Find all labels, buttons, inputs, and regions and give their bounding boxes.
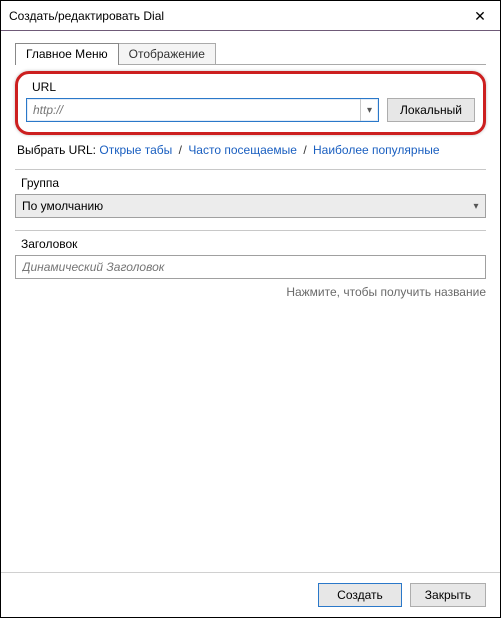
chevron-down-icon[interactable]: ▾ (467, 195, 485, 217)
local-button[interactable]: Локальный (387, 98, 475, 122)
tab-label: Главное Меню (26, 47, 108, 61)
tab-label: Отображение (129, 47, 205, 61)
title-label: Заголовок (21, 237, 486, 251)
group-section: Группа По умолчанию ▾ (15, 169, 486, 218)
link-popular[interactable]: Наиболее популярные (313, 143, 440, 157)
title-hint-row: Нажмите, чтобы получить название (15, 285, 486, 299)
link-frequent[interactable]: Часто посещаемые (188, 143, 297, 157)
url-label: URL (32, 80, 475, 94)
fetch-title-link[interactable]: Нажмите, чтобы получить название (286, 285, 486, 299)
separator: / (303, 143, 306, 157)
title-input[interactable] (15, 255, 486, 279)
dialog-content: Главное Меню Отображение URL ▾ Локальный… (1, 31, 500, 572)
select-url-prefix: Выбрать URL: (17, 143, 96, 157)
url-combobox[interactable]: ▾ (26, 98, 379, 122)
dialog-footer: Создать Закрыть (1, 572, 500, 617)
create-button[interactable]: Создать (318, 583, 402, 607)
close-icon[interactable]: ✕ (470, 9, 490, 23)
tab-display[interactable]: Отображение (118, 43, 216, 65)
group-select[interactable]: По умолчанию ▾ (15, 194, 486, 218)
button-label: Создать (337, 588, 383, 602)
titlebar: Создать/редактировать Dial ✕ (1, 1, 500, 31)
title-section: Заголовок Нажмите, чтобы получить назван… (15, 230, 486, 299)
chevron-down-icon[interactable]: ▾ (360, 99, 378, 121)
tab-main-menu[interactable]: Главное Меню (15, 43, 119, 65)
group-label: Группа (21, 176, 486, 190)
url-row: ▾ Локальный (26, 98, 475, 122)
button-label: Локальный (400, 103, 462, 117)
dialog-window: Создать/редактировать Dial ✕ Главное Мен… (0, 0, 501, 618)
close-button[interactable]: Закрыть (410, 583, 486, 607)
button-label: Закрыть (425, 588, 471, 602)
link-open-tabs[interactable]: Открые табы (99, 143, 172, 157)
select-url-line: Выбрать URL: Открые табы / Часто посещае… (17, 143, 484, 157)
window-title: Создать/редактировать Dial (9, 9, 164, 23)
url-section-highlight: URL ▾ Локальный (15, 71, 486, 135)
url-input[interactable] (27, 99, 360, 121)
group-selected-value: По умолчанию (16, 199, 467, 213)
tabs: Главное Меню Отображение (15, 41, 486, 65)
separator: / (179, 143, 182, 157)
